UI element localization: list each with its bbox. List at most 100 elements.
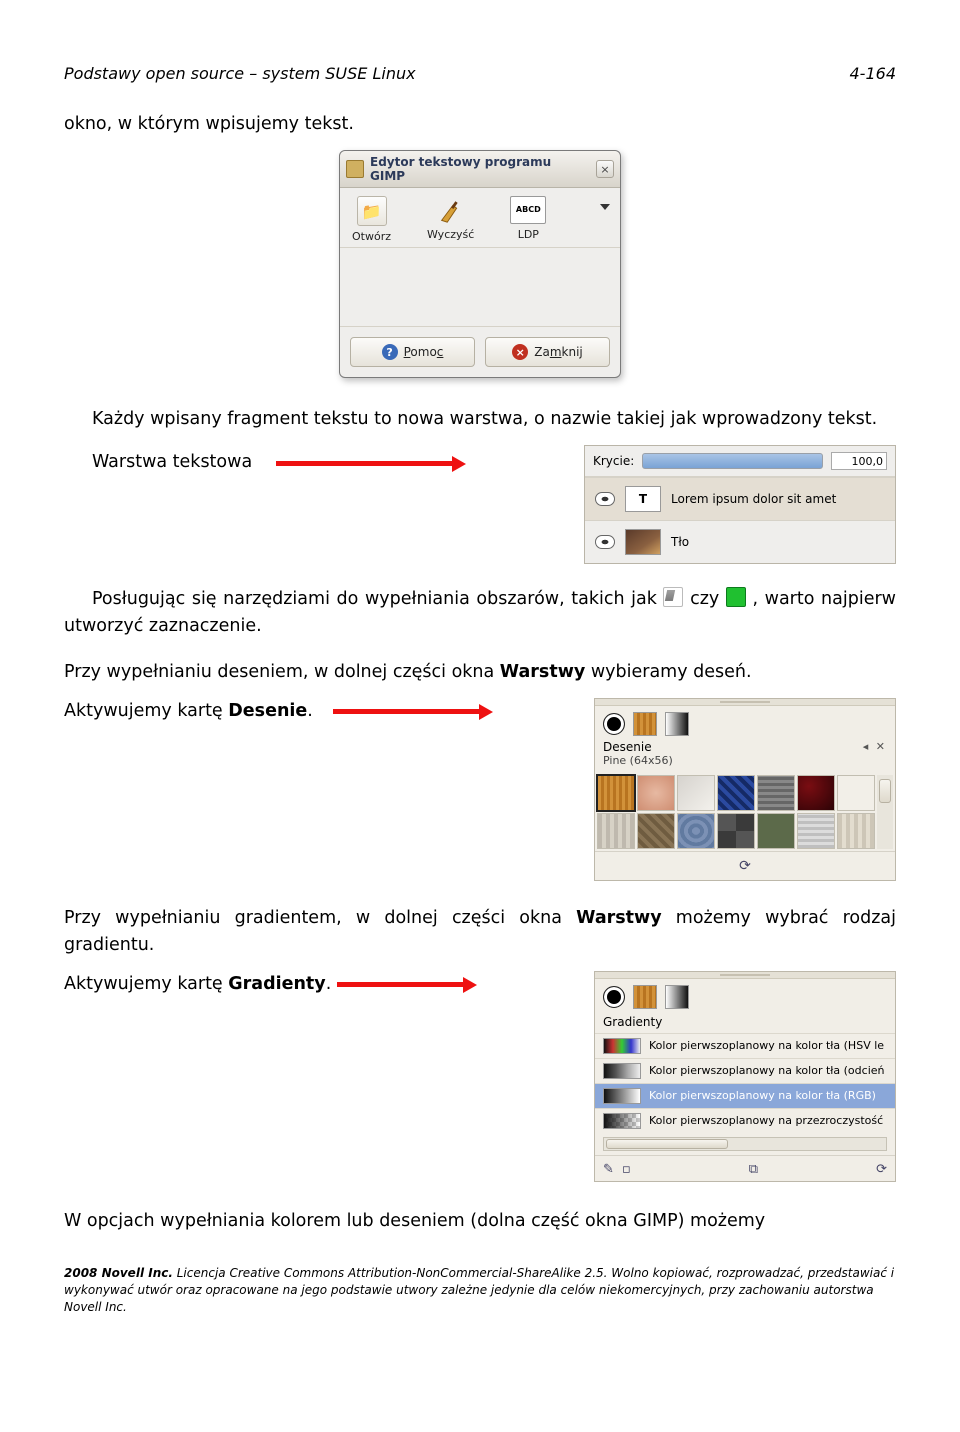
duplicate-icon[interactable]: ⧉ bbox=[749, 1162, 758, 1177]
opacity-spinbox[interactable]: 100,0 bbox=[831, 452, 887, 470]
gradient-swatch bbox=[603, 1063, 641, 1079]
layer-name-text: Lorem ipsum dolor sit amet bbox=[671, 492, 836, 506]
opacity-label: Krycie: bbox=[593, 454, 634, 468]
red-arrow bbox=[337, 979, 477, 989]
gradient-swatch bbox=[603, 1113, 641, 1129]
header-page-number: 4-164 bbox=[850, 64, 897, 83]
paragraph-new-layer: Każdy wpisany fragment tekstu to nowa wa… bbox=[64, 406, 896, 433]
chevron-down-icon[interactable] bbox=[600, 204, 610, 210]
refresh-icon[interactable]: ⟳ bbox=[876, 1162, 887, 1177]
window-title: Edytor tekstowy programu GIMP bbox=[370, 155, 590, 183]
panel-grip-icon[interactable] bbox=[720, 701, 770, 703]
gradient-name: Kolor pierwszoplanowy na przezroczystość bbox=[649, 1114, 883, 1127]
editor-toolbar: 📁 Otwórz Wyczyść ABCD LDP bbox=[340, 188, 620, 248]
layer-thumb-bg bbox=[625, 529, 661, 555]
visibility-eye-icon[interactable] bbox=[595, 535, 615, 549]
gradient-row[interactable]: Kolor pierwszoplanowy na przezroczystość bbox=[595, 1108, 895, 1133]
broom-icon bbox=[436, 196, 466, 224]
gradient-row-selected[interactable]: Kolor pierwszoplanowy na kolor tła (RGB) bbox=[595, 1083, 895, 1108]
panel-grip-icon[interactable] bbox=[720, 974, 770, 976]
gradient-row[interactable]: Kolor pierwszoplanowy na kolor tła (odci… bbox=[595, 1058, 895, 1083]
pattern-cell[interactable] bbox=[837, 775, 875, 811]
pattern-cell[interactable] bbox=[757, 813, 795, 849]
pattern-grid bbox=[595, 773, 895, 851]
titlebar[interactable]: Edytor tekstowy programu GIMP × bbox=[340, 151, 620, 188]
pattern-cell[interactable] bbox=[757, 775, 795, 811]
opacity-value: 100,0 bbox=[852, 455, 884, 468]
act-grad-a: Aktywujemy kartę bbox=[64, 974, 228, 994]
folder-icon: 📁 bbox=[357, 196, 387, 226]
term-desenie: Desenie bbox=[228, 701, 307, 721]
footer-owner: 2008 Novell Inc. bbox=[64, 1266, 173, 1280]
close-button[interactable]: × Zamknij bbox=[485, 337, 610, 367]
ldp-button[interactable]: ABCD LDP bbox=[510, 196, 546, 243]
open-label: Otwórz bbox=[352, 230, 391, 243]
layer-row-background[interactable]: Tło bbox=[585, 520, 895, 563]
gradients-panel-footer: ✎ ▫ ⧉ ⟳ bbox=[595, 1155, 895, 1181]
paragraph-fill-tools: Posługując się narzędziami do wypełniani… bbox=[64, 586, 896, 640]
footer-license-text: Licencja Creative Commons Attribution-No… bbox=[64, 1266, 894, 1314]
clear-label: Wyczyść bbox=[427, 228, 474, 241]
close-icon[interactable]: × bbox=[596, 160, 614, 178]
paragraph-gradient-fill: Przy wypełnianiu gradientem, w dolnej cz… bbox=[64, 905, 896, 959]
pattern-cell[interactable] bbox=[677, 775, 715, 811]
header-title: Podstawy open source – system SUSE Linux bbox=[64, 64, 416, 83]
abcd-icon: ABCD bbox=[510, 196, 546, 224]
active-pattern-swatch[interactable] bbox=[633, 712, 657, 736]
gradient-list: Kolor pierwszoplanowy na kolor tła (HSV … bbox=[595, 1033, 895, 1133]
grad-fill-pre: Przy wypełnianiu gradientem, w dolnej cz… bbox=[64, 908, 576, 928]
gradient-row[interactable]: Kolor pierwszoplanowy na kolor tła (HSV … bbox=[595, 1033, 895, 1058]
clear-button[interactable]: Wyczyść bbox=[427, 196, 474, 243]
pattern-fill-pre: Przy wypełnianiu deseniem, w dolnej częś… bbox=[64, 662, 500, 682]
pattern-cell[interactable] bbox=[677, 813, 715, 849]
open-button[interactable]: 📁 Otwórz bbox=[352, 196, 391, 243]
pattern-cell[interactable] bbox=[637, 775, 675, 811]
gimp-text-editor-window: Edytor tekstowy programu GIMP × 📁 Otwórz… bbox=[339, 150, 621, 378]
h-scrollbar[interactable] bbox=[603, 1137, 887, 1151]
help-button[interactable]: ? Pomoc bbox=[350, 337, 475, 367]
final-paragraph: W opcjach wypełniania kolorem lub deseni… bbox=[64, 1208, 896, 1235]
paragraph-pattern-fill: Przy wypełnianiu deseniem, w dolnej częś… bbox=[64, 659, 896, 686]
fg-bg-swatch-icon[interactable] bbox=[603, 986, 625, 1008]
fg-bg-swatch-icon[interactable] bbox=[603, 713, 625, 735]
scrollbar[interactable] bbox=[877, 775, 893, 849]
ldp-label: LDP bbox=[518, 228, 539, 241]
layer-row-text[interactable]: T Lorem ipsum dolor sit amet bbox=[585, 477, 895, 520]
fill-tools-mid: czy bbox=[690, 589, 726, 609]
bucket-fill-icon bbox=[663, 587, 683, 607]
panel-menu-icon[interactable]: ◂ ✕ bbox=[863, 740, 887, 754]
active-gradient-swatch[interactable] bbox=[665, 712, 689, 736]
refresh-icon[interactable]: ⟳ bbox=[739, 858, 751, 874]
gradients-tab-label: Gradienty bbox=[595, 1011, 895, 1033]
active-pattern-swatch[interactable] bbox=[633, 985, 657, 1009]
pattern-cell[interactable] bbox=[717, 775, 755, 811]
gradient-name: Kolor pierwszoplanowy na kolor tła (RGB) bbox=[649, 1089, 876, 1102]
pattern-cell[interactable] bbox=[717, 813, 755, 849]
gradient-name: Kolor pierwszoplanowy na kolor tła (HSV … bbox=[649, 1039, 884, 1052]
new-icon[interactable]: ▫ bbox=[622, 1162, 631, 1177]
text-layer-label: Warstwa tekstowa bbox=[92, 449, 252, 476]
visibility-eye-icon[interactable] bbox=[595, 492, 615, 506]
layer-name-bg: Tło bbox=[671, 535, 689, 549]
pattern-name-label: Pine (64x56) bbox=[595, 754, 895, 773]
intro-paragraph: okno, w którym wpisujemy tekst. bbox=[64, 111, 896, 138]
opacity-slider[interactable] bbox=[642, 453, 823, 469]
pattern-cell[interactable] bbox=[797, 775, 835, 811]
active-gradient-swatch[interactable] bbox=[665, 985, 689, 1009]
pattern-cell[interactable] bbox=[597, 775, 635, 811]
activate-gradienty: Aktywujemy kartę Gradienty. bbox=[64, 971, 331, 998]
h-scrollbar-thumb[interactable] bbox=[606, 1139, 728, 1149]
pattern-cell[interactable] bbox=[637, 813, 675, 849]
pattern-cell[interactable] bbox=[597, 813, 635, 849]
text-editor-area[interactable] bbox=[340, 248, 620, 326]
gradients-panel: Gradienty Kolor pierwszoplanowy na kolor… bbox=[594, 971, 896, 1182]
scrollbar-thumb[interactable] bbox=[879, 779, 891, 803]
activate-desenie: Aktywujemy kartę Desenie. bbox=[64, 698, 313, 725]
pattern-cell[interactable] bbox=[837, 813, 875, 849]
red-arrow bbox=[333, 706, 493, 716]
pattern-fill-tail: wybieramy deseń. bbox=[585, 662, 751, 682]
pattern-cell[interactable] bbox=[797, 813, 835, 849]
edit-icon[interactable]: ✎ bbox=[603, 1162, 614, 1177]
layer-thumb-text: T bbox=[625, 486, 661, 512]
term-warstwy: Warstwy bbox=[500, 662, 585, 682]
